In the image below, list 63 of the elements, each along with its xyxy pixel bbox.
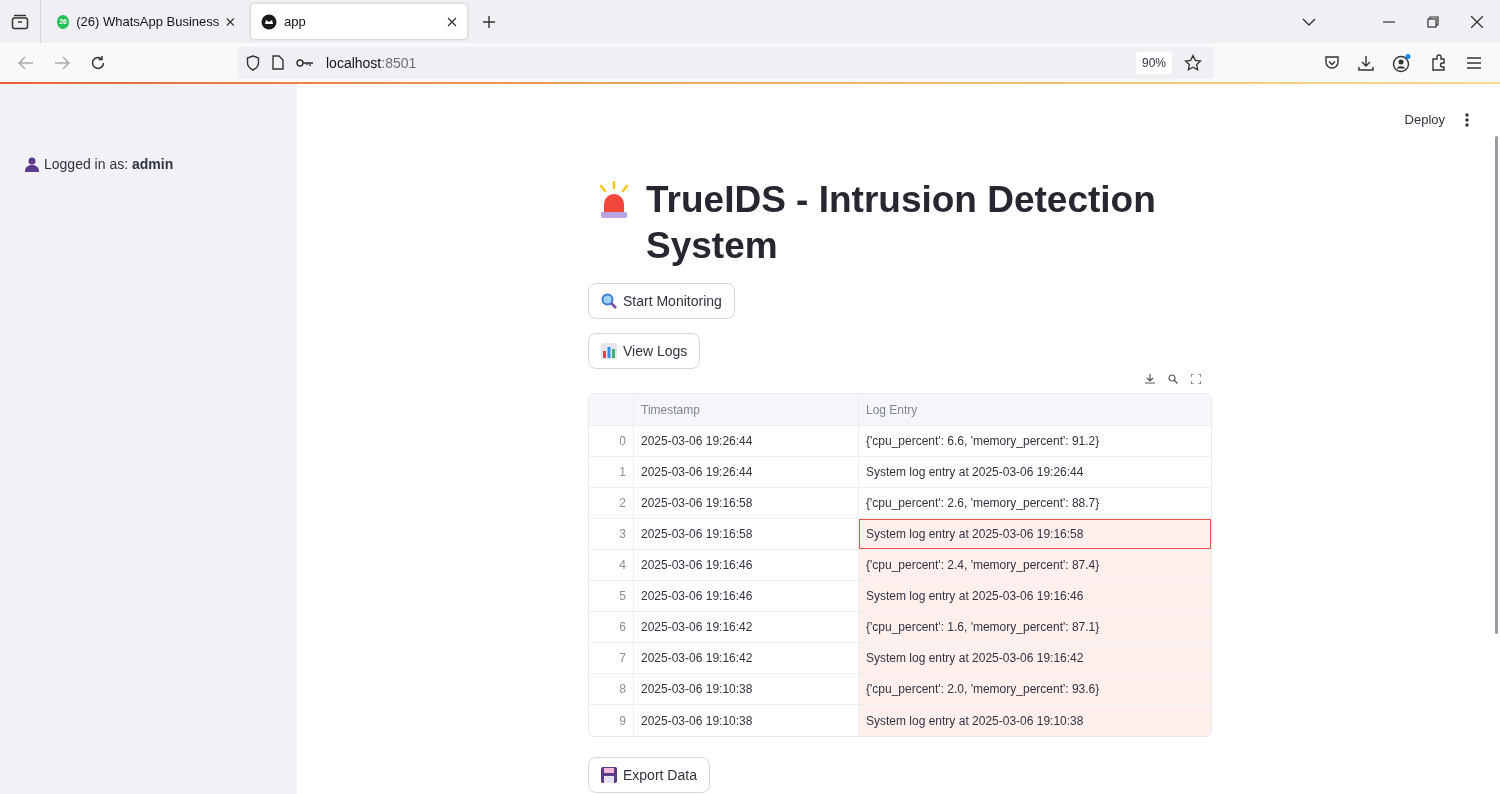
plus-icon[interactable]	[482, 14, 496, 29]
download-icon[interactable]	[1358, 54, 1374, 71]
table-cell[interactable]: System log entry at 2025-03-06 19:10:38	[859, 705, 1211, 736]
row-index: 3	[589, 519, 634, 549]
tab-title: (26) WhatsApp Business	[76, 14, 220, 29]
close-icon[interactable]	[226, 16, 235, 27]
zoom-level[interactable]: 90%	[1135, 51, 1172, 74]
row-index: 6	[589, 612, 634, 642]
fullscreen-icon[interactable]	[1191, 374, 1201, 384]
search-icon[interactable]	[1168, 374, 1178, 384]
row-index: 9	[589, 705, 634, 736]
table-cell[interactable]: {'cpu_percent': 1.6, 'memory_percent': 87.1}	[859, 612, 1211, 642]
table-cell[interactable]: 2025-03-06 19:26:44	[634, 457, 859, 487]
page-icon	[272, 55, 284, 70]
account-icon[interactable]	[1392, 52, 1412, 73]
person-icon	[25, 156, 39, 172]
row-index: 7	[589, 643, 634, 673]
export-button[interactable]: Export Data	[588, 757, 710, 793]
table-cell[interactable]: 2025-03-06 19:26:44	[634, 426, 859, 456]
close-icon[interactable]	[447, 16, 457, 27]
reload-icon[interactable]	[90, 54, 106, 71]
table-cell[interactable]: System log entry at 2025-03-06 19:16:42	[859, 643, 1211, 673]
chevron-down-icon[interactable]	[1302, 16, 1316, 27]
star-icon[interactable]	[1184, 53, 1202, 72]
url-text: localhost:8501	[326, 54, 417, 71]
table-cell[interactable]: 2025-03-06 19:16:58	[634, 488, 859, 518]
address-bar[interactable]: localhost:8501 90%	[238, 46, 1214, 79]
close-icon[interactable]	[1471, 15, 1483, 28]
action-button[interactable]: Start Monitoring	[588, 283, 735, 319]
bar-chart-icon	[601, 343, 617, 359]
login-status: Logged in as: admin	[44, 156, 174, 172]
menu-icon[interactable]	[1466, 55, 1482, 70]
tab-list-icon	[11, 13, 29, 30]
table-cell[interactable]: System log entry at 2025-03-06 19:16:58	[859, 519, 1211, 549]
row-index: 2	[589, 488, 634, 518]
scrollbar[interactable]	[1495, 136, 1498, 634]
download-icon[interactable]	[1145, 374, 1155, 384]
row-index: 4	[589, 550, 634, 580]
row-index: 8	[589, 674, 634, 704]
restore-icon[interactable]	[1427, 15, 1439, 28]
tab-title: app	[284, 14, 307, 29]
row-index: 1	[589, 457, 634, 487]
table-cell[interactable]: {'cpu_percent': 2.4, 'memory_percent': 87.4}	[859, 550, 1211, 580]
page-title: TrueIDS - Intrusion Detection System	[646, 178, 1157, 268]
row-index: 0	[589, 426, 634, 456]
more-options-icon[interactable]	[1465, 112, 1469, 127]
browser-tab[interactable]: app	[251, 4, 467, 39]
action-button[interactable]: View Logs	[588, 333, 701, 369]
puzzle-piece-icon[interactable]	[1430, 53, 1448, 72]
table-cell[interactable]: System log entry at 2025-03-06 19:16:46	[859, 581, 1211, 611]
table-cell[interactable]: {'cpu_percent': 6.6, 'memory_percent': 91.2}	[859, 426, 1211, 456]
crown-icon	[261, 13, 277, 30]
table-cell[interactable]: {'cpu_percent': 2.6, 'memory_percent': 88.7}	[859, 488, 1211, 518]
column-header[interactable]: Timestamp	[634, 394, 859, 425]
shield-icon	[246, 54, 260, 71]
row-index: 5	[589, 581, 634, 611]
table-cell[interactable]: System log entry at 2025-03-06 19:26:44	[859, 457, 1211, 487]
key-icon	[296, 57, 314, 68]
table-cell[interactable]: {'cpu_percent': 2.0, 'memory_percent': 93.6}	[859, 674, 1211, 704]
magnifier-icon	[601, 293, 617, 309]
pocket-icon[interactable]	[1324, 54, 1340, 71]
column-header[interactable]: Log Entry	[859, 394, 1211, 425]
deploy-button[interactable]: Deploy	[1404, 108, 1445, 131]
